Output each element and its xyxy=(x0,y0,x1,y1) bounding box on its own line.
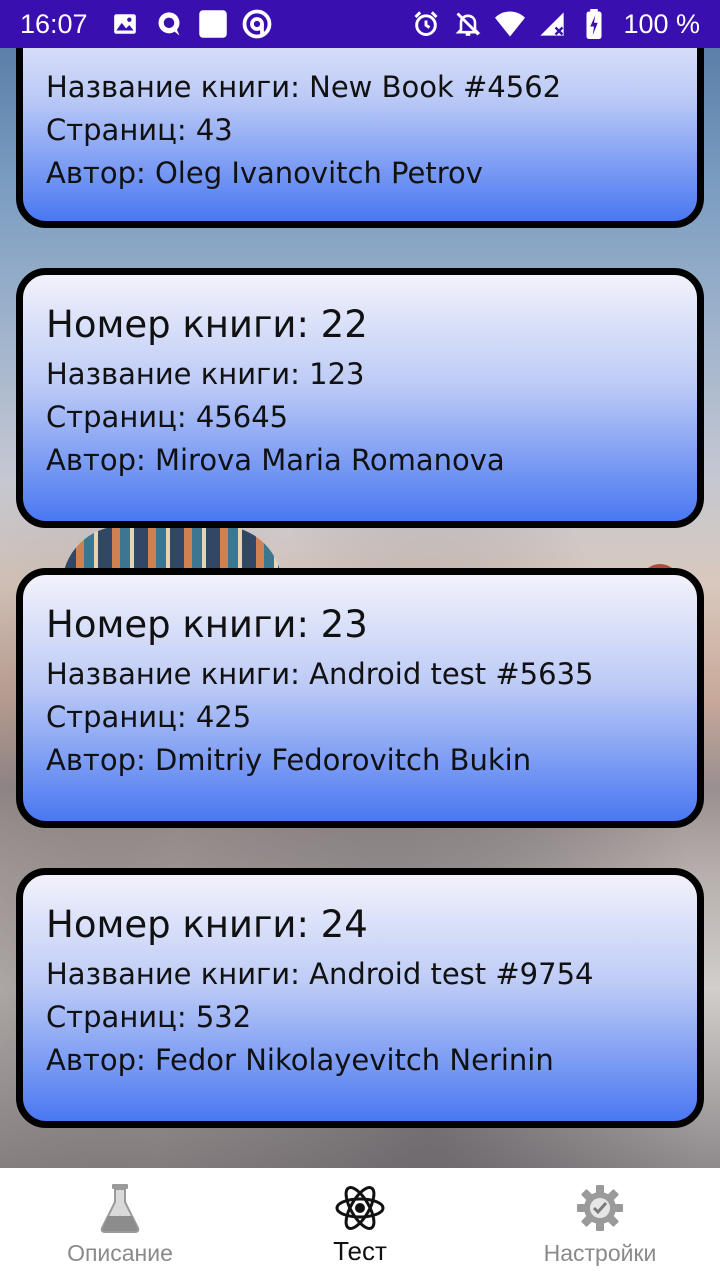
status-right: 100 % xyxy=(411,9,700,40)
book-card[interactable]: Номер книги: 22 Название книги: 123 Стра… xyxy=(16,268,704,528)
gear-check-icon xyxy=(574,1182,626,1234)
alarm-icon xyxy=(411,9,441,39)
book-author: Автор: Oleg Ivanovitch Petrov xyxy=(46,156,483,190)
app-screen: 16:07 100 % Название книги: New Book #45… xyxy=(0,0,720,1280)
book-number: Номер книги: 22 xyxy=(46,303,368,346)
book-card[interactable]: Номер книги: 24 Название книги: Android … xyxy=(16,868,704,1128)
flask-icon xyxy=(94,1182,146,1234)
nav-item-test[interactable]: Тест xyxy=(240,1168,480,1280)
wifi-icon xyxy=(495,9,526,39)
bottom-navigation: Описание Тест Настройки xyxy=(0,1168,720,1280)
status-bar: 16:07 100 % xyxy=(0,0,720,48)
book-list[interactable]: Название книги: New Book #4562 Страниц: … xyxy=(0,48,720,1168)
book-author: Автор: Mirova Maria Romanova xyxy=(46,443,505,477)
book-card[interactable]: Название книги: New Book #4562 Страниц: … xyxy=(16,48,704,228)
book-title: Название книги: Android test #5635 xyxy=(46,657,594,691)
book-author: Автор: Dmitriy Fedorovitch Bukin xyxy=(46,743,532,777)
book-pages: Страниц: 43 xyxy=(46,113,233,147)
signal-icon xyxy=(537,9,567,39)
book-card[interactable]: Номер книги: 23 Название книги: Android … xyxy=(16,568,704,828)
book-title: Название книги: 123 xyxy=(46,357,365,391)
image-icon xyxy=(110,9,140,39)
book-number: Номер книги: 23 xyxy=(46,603,368,646)
nav-label-description: Описание xyxy=(67,1240,173,1266)
nav-label-settings: Настройки xyxy=(543,1240,657,1266)
book-title: Название книги: New Book #4562 xyxy=(46,70,562,104)
book-author: Автор: Fedor Nikolayevitch Nerinin xyxy=(46,1043,554,1077)
battery-percent: 100 % xyxy=(623,8,700,39)
nav-item-settings[interactable]: Настройки xyxy=(480,1168,720,1280)
atom-icon xyxy=(334,1182,386,1234)
nav-item-description[interactable]: Описание xyxy=(0,1168,240,1280)
bell-off-icon xyxy=(453,9,483,39)
white-square-icon xyxy=(198,9,228,39)
nav-label-test: Тест xyxy=(333,1236,387,1266)
battery-charging-icon xyxy=(579,9,609,39)
book-pages: Страниц: 425 xyxy=(46,700,252,734)
book-number: Номер книги: 24 xyxy=(46,903,368,946)
at-sign-icon xyxy=(242,9,272,39)
book-title: Название книги: Android test #9754 xyxy=(46,957,594,991)
chat-bubble-icon xyxy=(154,9,184,39)
status-left: 16:07 xyxy=(20,9,272,40)
book-pages: Страниц: 532 xyxy=(46,1000,252,1034)
book-pages: Страниц: 45645 xyxy=(46,400,289,434)
status-time: 16:07 xyxy=(20,8,88,39)
